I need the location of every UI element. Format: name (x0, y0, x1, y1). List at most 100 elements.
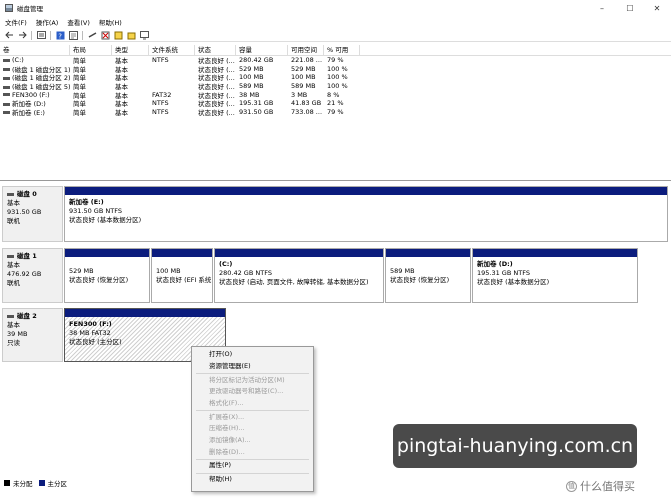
ctx-open[interactable]: 打开(O) (192, 349, 313, 361)
legend-swatch-primary (38, 480, 45, 486)
delete-icon[interactable] (100, 31, 110, 40)
disk-management-app-icon (5, 4, 13, 12)
volume-icon (3, 68, 10, 72)
cell-layout: 简单 (73, 108, 86, 117)
disk-name: 磁盘 2 (17, 312, 37, 320)
cell-capacity: 100 MB (239, 73, 264, 82)
volume-icon (3, 85, 10, 89)
disk-type: 基本 (7, 321, 20, 329)
disk-status: 联机 (7, 279, 20, 287)
maximize-button[interactable]: ☐ (616, 0, 644, 16)
disk-icon (7, 314, 14, 318)
partition-disk1-recovery-5[interactable]: 589 MB 状态良好 (恢复分区) (385, 248, 471, 303)
legend-swatch-unallocated (4, 480, 10, 486)
column-header-volume[interactable]: 卷 (0, 44, 70, 56)
context-menu: 打开(O) 资源管理器(E) 将分区标记为活动分区(M) 更改驱动器号和路径(C… (191, 346, 314, 492)
partition-type-bar (215, 249, 383, 257)
disk-size: 39 MB (7, 330, 28, 338)
partition-size: 589 MB (390, 267, 415, 275)
disk-1-label[interactable]: 磁盘 1 基本 476.92 GB 联机 (2, 248, 63, 303)
svg-text:?: ? (58, 32, 62, 40)
volume-icon (3, 102, 10, 106)
monitor-icon[interactable] (139, 30, 149, 40)
partition-size: 38 MB FAT32 (69, 329, 111, 337)
column-header-layout[interactable]: 布局 (70, 44, 112, 56)
partition-disk1-d[interactable]: 新加卷 (D:) 195.31 GB NTFS 状态良好 (基本数据分区) (472, 248, 638, 303)
cell-percent-free: 100 % (327, 64, 348, 73)
properties-icon[interactable] (68, 30, 78, 40)
partition-type-bar (65, 309, 225, 317)
help-icon[interactable]: ? (55, 31, 65, 40)
partition-name: FEN300 (F:) (69, 320, 112, 328)
column-header-filesystem[interactable]: 文件系统 (149, 44, 195, 56)
partition-status: 状态良好 (恢复分区) (69, 276, 129, 284)
disk-status: 只读 (7, 339, 20, 347)
cell-volume-name: (磁盘 1 磁盘分区 5) (0, 81, 70, 91)
list-view-icon[interactable] (36, 31, 46, 40)
ctx-help[interactable]: 帮助(H) (192, 474, 313, 486)
folder-icon[interactable] (126, 31, 136, 40)
volume-icon (3, 93, 10, 97)
volume-row[interactable]: 新加卷 (E:) 简单 基本 NTFS 状态良好 (... 931.50 GB 733.08… (0, 108, 671, 117)
cell-filesystem: NTFS (152, 56, 169, 65)
cell-percent-free: 21 % (327, 99, 344, 108)
partition-disk1-recovery-1[interactable]: 529 MB 状态良好 (恢复分区) (64, 248, 150, 303)
disk-name: 磁盘 0 (17, 190, 37, 198)
column-header-type[interactable]: 类型 (112, 44, 149, 56)
legend-label-primary: 主分区 (47, 480, 68, 488)
cell-volume-name: 新加卷 (E:) (0, 107, 70, 117)
cell-free-space: 733.08 ... (291, 107, 323, 116)
menu-file[interactable]: 文件(F) (5, 17, 27, 27)
legend-label-unallocated: 未分配 (13, 480, 33, 488)
disk-0-label[interactable]: 磁盘 0 基本 931.50 GB 联机 (2, 186, 63, 242)
cell-capacity: 931.50 GB (239, 107, 274, 116)
menu-action[interactable]: 操作(A) (36, 17, 59, 27)
cell-capacity: 38 MB (239, 90, 260, 99)
url-overlay-caption: pingtai-huanying.com.cn (393, 424, 637, 468)
cell-capacity: 589 MB (239, 82, 264, 91)
disk-size: 476.92 GB (7, 270, 42, 278)
column-header-status[interactable]: 状态 (195, 44, 236, 56)
disk-icon (7, 254, 14, 258)
watermark: 值 什么值得买 (566, 478, 635, 494)
watermark-text: 什么值得买 (580, 480, 635, 493)
toolbar-separator (50, 30, 51, 40)
menu-help[interactable]: 帮助(H) (99, 17, 122, 27)
menu-view[interactable]: 查看(V) (67, 17, 90, 27)
ctx-explorer[interactable]: 资源管理器(E) (192, 361, 313, 373)
toolbar-separator (82, 30, 83, 40)
partition-status: 状态良好 (基本数据分区) (477, 278, 550, 286)
window-title: 磁盘管理 (17, 5, 43, 13)
forward-arrow-icon[interactable] (17, 31, 27, 40)
disk-type: 基本 (7, 199, 20, 207)
column-header-free-space[interactable]: 可用空间 (288, 44, 324, 56)
partition-disk1-efi[interactable]: 100 MB 状态良好 (EFI 系统 (151, 248, 213, 303)
watermark-logo-icon: 值 (566, 480, 577, 492)
volume-list: 卷 布局 类型 文件系统 状态 容量 可用空间 % 可用 (C:) 简单 基本 NTF… (0, 44, 671, 177)
cell-filesystem: NTFS (152, 107, 169, 116)
column-header-capacity[interactable]: 容量 (236, 44, 288, 56)
back-arrow-icon[interactable] (4, 31, 14, 40)
partition-status: 状态良好 (恢复分区) (390, 276, 450, 284)
partition-type-bar (65, 249, 149, 257)
ctx-extend-volume: 扩展卷(X)... (209, 412, 245, 421)
legend: 未分配 主分区 (4, 478, 67, 488)
check-icon[interactable] (113, 31, 123, 40)
cell-free-space: 589 MB (291, 82, 316, 91)
toolbar: ? (0, 29, 671, 42)
ctx-add-mirror: 添加镜像(A)... (209, 435, 251, 444)
minimize-button[interactable]: – (588, 0, 616, 16)
disk-size: 931.50 GB (7, 208, 42, 216)
connect-icon[interactable] (87, 31, 97, 40)
close-button[interactable]: ✕ (643, 0, 671, 16)
ctx-delete-volume: 删除卷(D)... (209, 447, 245, 456)
partition-name: (C:) (219, 260, 233, 268)
title-bar: 磁盘管理 (0, 0, 671, 16)
ctx-properties[interactable]: 属性(P) (192, 460, 313, 472)
disk-icon (7, 192, 14, 196)
disk-2-label[interactable]: 磁盘 2 基本 39 MB 只读 (2, 308, 63, 362)
partition-disk1-c[interactable]: (C:) 280.42 GB NTFS 状态良好 (启动, 页面文件, 故障转储… (214, 248, 384, 303)
column-header-percent-free[interactable]: % 可用 (324, 44, 360, 56)
partition-disk0-e[interactable]: 新加卷 (E:) 931.50 GB NTFS 状态良好 (基本数据分区) (64, 186, 668, 242)
cell-free-space: 221.08 ... (291, 56, 323, 65)
